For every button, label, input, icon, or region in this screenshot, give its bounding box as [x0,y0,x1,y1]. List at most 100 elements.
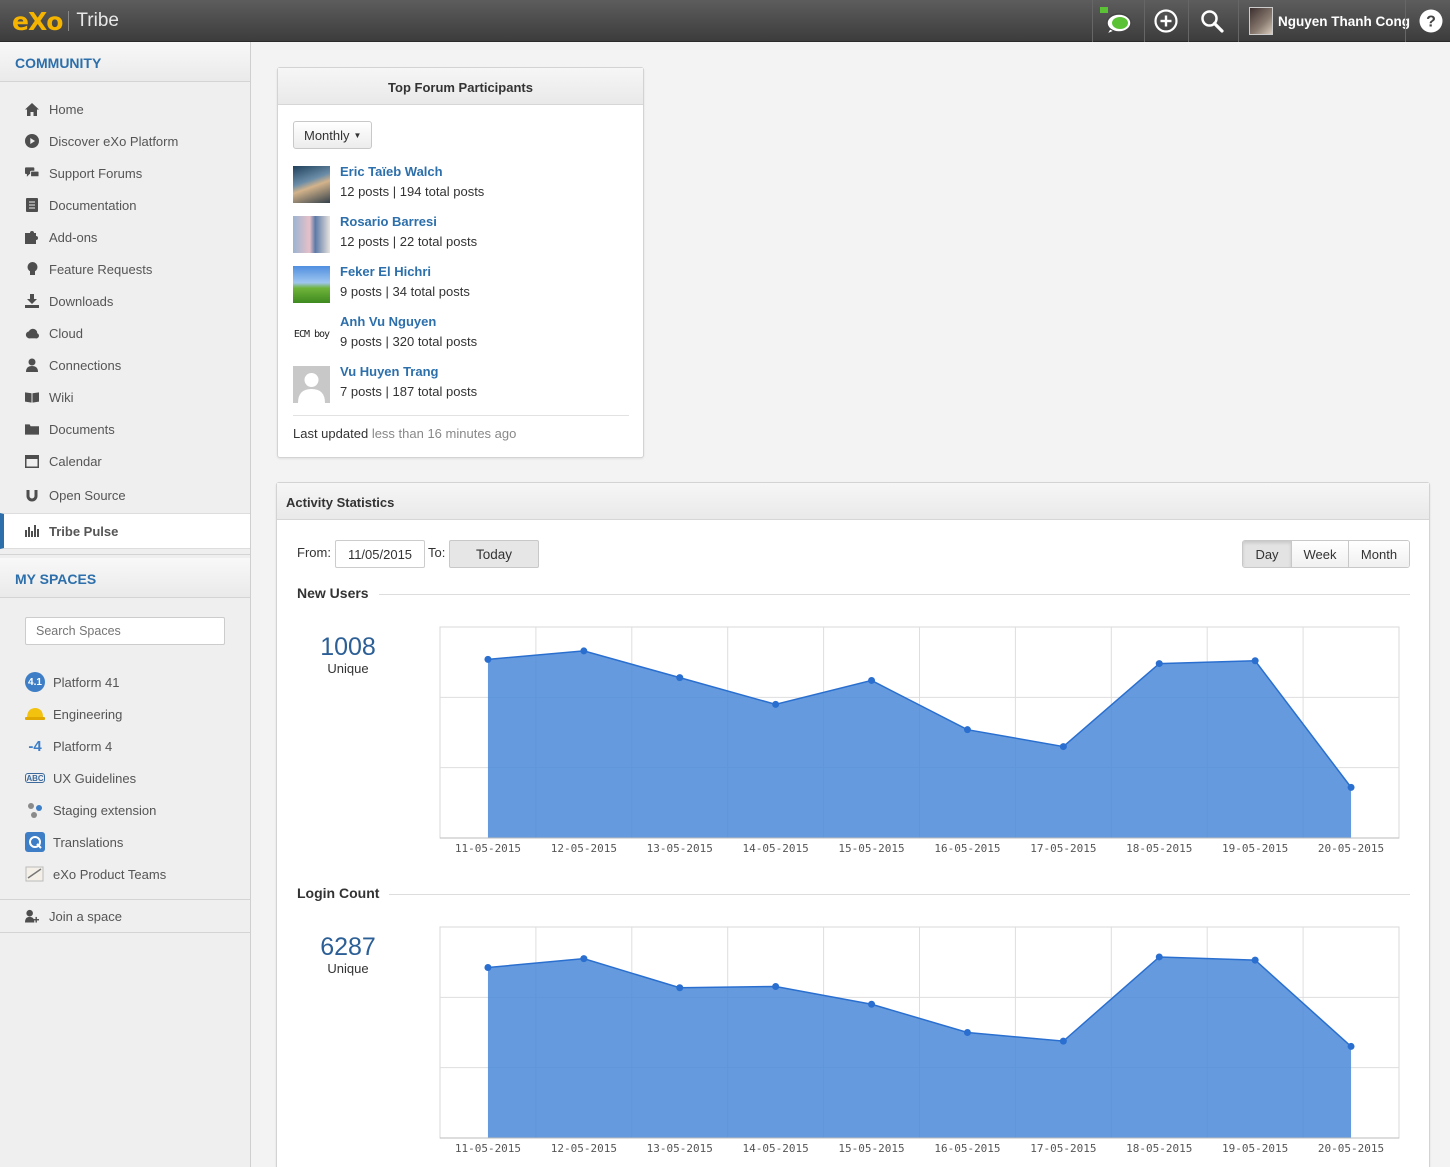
x-tick-label: 20-05-2015 [1318,1142,1384,1155]
chat-icon[interactable] [1099,5,1135,37]
sidebar-item-calendar[interactable]: Calendar [0,445,250,477]
space-item-label: Platform 4 [53,738,113,754]
divider [293,415,629,416]
left-sidebar: COMMUNITY Home Discover eXo Platform Sup… [0,42,251,1167]
help-icon[interactable]: ? [1413,5,1449,37]
login-count-unique-label: Unique [327,961,369,976]
space-item-platform-4[interactable]: -4 Platform 4 [0,730,250,762]
toolbar-divider [1092,0,1093,42]
x-tick-label: 20-05-2015 [1318,842,1384,855]
chat-bubbles-icon [25,166,39,180]
user-menu[interactable]: Nguyen Thanh Cong [1249,6,1410,36]
x-tick-label: 11-05-2015 [455,1142,521,1155]
default-avatar-icon[interactable] [293,366,330,403]
sidebar-item-wiki[interactable]: Wiki [0,381,250,413]
sidebar-item-open-source[interactable]: Open Source [0,477,250,513]
participant-name-link[interactable]: Rosario Barresi [340,214,437,229]
x-tick-label: 18-05-2015 [1126,842,1192,855]
participant-avatar[interactable] [293,216,330,253]
sidebar-item-label: Cloud [49,325,83,341]
range-week-button[interactable]: Week [1291,541,1348,567]
period-dropdown[interactable]: Monthly ▼ [293,121,373,149]
data-point [868,676,876,684]
x-tick-label: 16-05-2015 [934,1142,1000,1155]
data-point [484,655,492,663]
space-item-label: UX Guidelines [53,770,137,786]
sidebar-item-support-forums[interactable]: Support Forums [0,157,250,189]
space-item-translations[interactable]: Translations [0,826,250,858]
sidebar-item-tribe-pulse[interactable]: Tribe Pulse [0,513,250,549]
platform-4-space-icon: -4 [28,737,42,755]
from-date-input[interactable]: 11/05/2015 [335,540,425,568]
user-icon [25,358,39,372]
data-point [963,726,971,734]
cloud-icon [25,326,39,340]
x-tick-label: 15-05-2015 [838,1142,904,1155]
add-user-icon [25,909,39,923]
sidebar-item-add-ons[interactable]: Add-ons [0,221,250,253]
user-name: Nguyen Thanh Cong [1278,13,1410,29]
x-tick-label: 19-05-2015 [1222,1142,1288,1155]
participant-avatar[interactable] [293,166,330,203]
range-day-button[interactable]: Day [1243,541,1291,567]
participant-avatar[interactable] [293,266,330,303]
top-navigation-bar: eXo Tribe Nguyen Thanh Cong ? [0,0,1450,42]
exo-tribe-logo[interactable]: eXo Tribe [12,6,119,36]
to-label: To: [428,545,446,560]
last-updated-value: less than 16 minutes ago [371,426,517,441]
participant-post-count: 12 posts | 22 total posts [340,234,478,249]
sidebar-item-documents[interactable]: Documents [0,413,250,445]
sidebar-item-label: Documentation [49,197,137,213]
join-space-nav: Join a space [0,900,250,932]
data-point [1155,953,1163,961]
space-item-label: eXo Product Teams [53,866,167,882]
panel-title: Activity Statistics [277,483,1429,520]
participant-row: Rosario Barresi 12 posts | 22 total post… [293,214,633,254]
participant-name-link[interactable]: Anh Vu Nguyen [340,314,436,329]
sidebar-divider [0,554,250,555]
sidebar-item-home[interactable]: Home [0,93,250,125]
lightbulb-icon [25,262,39,276]
data-point [1059,1037,1067,1045]
login-count-total: 6287 [320,933,376,961]
sidebar-item-label: Calendar [49,453,102,469]
sidebar-item-downloads[interactable]: Downloads [0,285,250,317]
participant-post-count: 9 posts | 320 total posts [340,334,478,349]
range-month-button[interactable]: Month [1348,541,1409,567]
data-point [580,955,588,963]
space-item-exo-product-teams[interactable]: eXo Product Teams [0,858,250,890]
x-tick-label: 12-05-2015 [551,842,617,855]
logo-app-name: Tribe [76,10,119,31]
data-point [1155,660,1163,668]
participant-avatar[interactable]: ECM boy [293,316,330,353]
participant-name-link[interactable]: Feker El Hichri [340,264,431,279]
participant-row: Vu Huyen Trang 7 posts | 187 total posts [293,364,633,404]
x-tick-label: 11-05-2015 [455,842,521,855]
sidebar-item-feature-requests[interactable]: Feature Requests [0,253,250,285]
participant-name-link[interactable]: Eric Taïeb Walch [340,164,443,179]
sidebar-item-label: Downloads [49,293,114,309]
space-item-ux-guidelines[interactable]: ABC UX Guidelines [0,762,250,794]
search-icon[interactable] [1194,5,1230,37]
data-point [676,674,684,682]
to-date-today-button[interactable]: Today [449,540,539,568]
join-space-link[interactable]: Join a space [0,900,250,932]
sidebar-item-discover[interactable]: Discover eXo Platform [0,125,250,157]
sidebar-item-label: Documents [49,421,115,437]
sidebar-item-connections[interactable]: Connections [0,349,250,381]
puzzle-icon [25,230,39,244]
add-circle-icon[interactable] [1148,5,1184,37]
help-glyph: ? [1426,14,1436,31]
x-tick-label: 17-05-2015 [1030,1142,1096,1155]
sidebar-item-documentation[interactable]: Documentation [0,189,250,221]
user-avatar [1249,7,1273,35]
sidebar-item-cloud[interactable]: Cloud [0,317,250,349]
x-tick-label: 18-05-2015 [1126,1142,1192,1155]
space-item-staging-extension[interactable]: Staging extension [0,794,250,826]
participant-name-link[interactable]: Vu Huyen Trang [340,364,438,379]
x-tick-label: 13-05-2015 [647,1142,713,1155]
search-spaces-input[interactable] [25,617,225,645]
space-item-platform-41[interactable]: 4.1 Platform 41 [0,666,250,698]
last-updated-text: Last updated less than 16 minutes ago [293,426,516,441]
space-item-engineering[interactable]: Engineering [0,698,250,730]
